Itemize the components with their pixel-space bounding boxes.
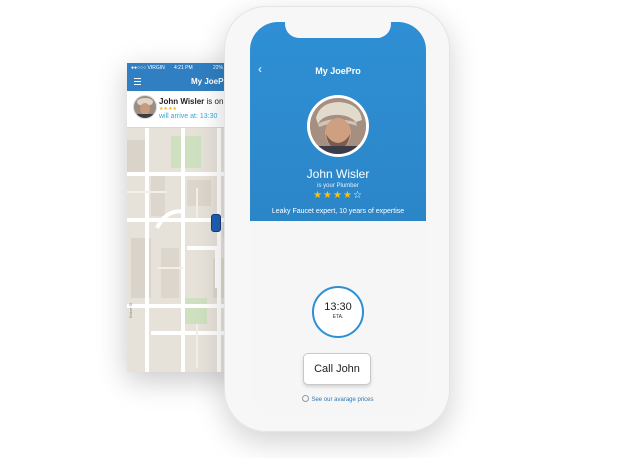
- car-icon: [211, 214, 221, 232]
- plumber-role: is your Plumber: [317, 183, 359, 189]
- profile-screen: ‹ My JoePro John Wisler is your Plumber: [250, 22, 426, 418]
- circle-icon: [302, 395, 310, 402]
- arrival-notification[interactable]: John Wisler is on his w ★★★★ will arrive…: [127, 91, 239, 128]
- plumber-description: Leaky Faucet expert, 10 years of experti…: [271, 208, 405, 215]
- status-time: 4:21 PM: [174, 65, 193, 71]
- nav-bar: My JoePro: [127, 73, 239, 91]
- rating-filled-stars: ★★★★: [313, 190, 353, 201]
- hamburger-icon[interactable]: [134, 78, 141, 85]
- notification-stars: ★★★★: [159, 106, 177, 112]
- rating-empty-star: ☆: [352, 190, 363, 201]
- status-bar: ●●○○○ VIRGIN 4:21 PM 22% ▭: [127, 63, 239, 73]
- phone-notch: [285, 22, 391, 38]
- profile-header: ‹ My JoePro John Wisler is your Plumber: [250, 22, 426, 221]
- eta-badge: 13:30 ETA.: [312, 286, 364, 338]
- plumber-name: John Wisler: [306, 167, 370, 181]
- street-map[interactable]: Baker St: [127, 128, 239, 372]
- map-view[interactable]: Baker St: [127, 128, 239, 372]
- plumber-photo-icon: [134, 96, 156, 118]
- prices-link-text[interactable]: See our avarage prices: [311, 397, 373, 403]
- map-screen: ●●○○○ VIRGIN 4:21 PM 22% ▭ My JoePro Joh…: [127, 63, 239, 372]
- carrier-label: ●●○○○ VIRGIN: [131, 65, 165, 71]
- page-title: My JoePro: [315, 66, 361, 76]
- avatar: [133, 95, 157, 119]
- prices-link[interactable]: See our avarage prices: [250, 395, 426, 403]
- notification-name: John Wisler: [159, 97, 205, 106]
- road-label: Baker St: [128, 302, 133, 318]
- plumber-photo-icon: [310, 98, 366, 154]
- arrival-time-text: will arrive at: 13:30: [159, 113, 218, 120]
- rating-stars: ★★★★☆: [250, 190, 426, 201]
- call-button[interactable]: Call John: [303, 353, 371, 385]
- profile-photo: [307, 95, 369, 157]
- eta-time: 13:30: [324, 301, 352, 313]
- phone-frame: ‹ My JoePro John Wisler is your Plumber: [224, 6, 450, 432]
- eta-label: ETA.: [332, 314, 344, 320]
